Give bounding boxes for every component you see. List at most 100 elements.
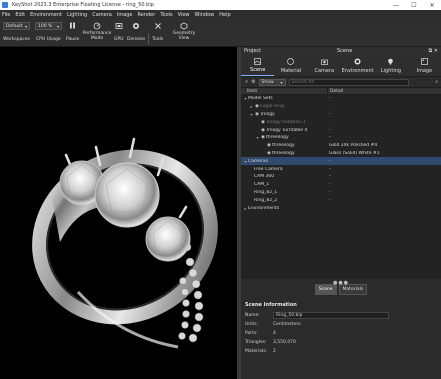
tab-lighting-label: Lighting [380,67,402,74]
geometry-view-button[interactable]: Geometry View [170,21,198,41]
gpu-button[interactable]: GPU [114,21,124,42]
tools-icon [153,21,162,30]
pause-button[interactable]: Pause [66,21,79,42]
tab-material-label: Material [280,67,302,74]
tree-item-label: threeilogy [272,143,295,149]
denoise-button[interactable]: Denoise [127,21,145,42]
menu-image[interactable]: Image [117,12,133,18]
search-input[interactable]: Search All [288,78,409,86]
menu-file[interactable]: File [2,12,10,18]
tree-row[interactable]: ▾ Model Sets - [241,95,441,103]
tree-row[interactable]: ▸ Environments [241,204,441,212]
close-button[interactable]: ✕ [423,0,441,10]
zoom-value: 100 % [38,23,53,29]
menu-camera[interactable]: Camera [92,12,112,18]
info-key: Name: [245,313,260,318]
tree-item-cell: ◉ Trilogy Rotation 3 [241,120,327,125]
tree-detail-cell: - [329,182,331,188]
tab-lighting[interactable]: Lighting [374,55,407,76]
tab-environment[interactable]: Environment [341,55,374,76]
tree-item-cell: CAM_1 [241,182,327,187]
tree-item-label: CAM 360 [254,174,275,180]
tools-button[interactable]: Tools [152,21,163,42]
search-placeholder: Search All [291,79,315,85]
search-icon[interactable]: ⌕ [435,79,438,85]
cpu-usage-button[interactable]: CPU Usage [36,30,61,42]
more-dots-icon[interactable]: ●●● [241,280,441,286]
environment-icon [354,58,362,66]
minimize-button[interactable]: — [387,0,405,10]
tab-camera[interactable]: Camera [308,55,341,76]
maximize-button[interactable]: ☐ [405,0,423,10]
tree-row[interactable]: ◉ Trilogy Rotation 3- [241,118,441,126]
image-icon [420,58,428,66]
scene-icon [254,57,262,65]
tree-detail-cell: - [329,166,331,172]
tree-item-label: Model Sets [248,96,273,102]
tree-row[interactable]: ◉ threeilogy Glass (Solid) White #1 [241,150,441,158]
tree-row[interactable]: ▾ ◉ Trilogy - [241,111,441,119]
tab-scene[interactable]: Scene [241,55,275,76]
render-viewport[interactable] [0,47,237,379]
menu-help[interactable]: Help [219,12,230,18]
tree-row[interactable]: Ring_82_2 - [241,196,441,204]
workspaces-button[interactable]: Workspaces [3,30,30,42]
zoom-dropdown[interactable]: 100 % ▾ [35,22,62,30]
info-row-name: Name: Ring_50.bip [245,311,437,320]
tree-detail-cell: - [329,197,331,203]
panel-window-controls[interactable]: ⧉ ✕ [429,48,438,54]
tree-row[interactable]: CAM 360 - [241,173,441,181]
tree-row[interactable]: ▾ Cameras - [241,157,441,166]
tree-item-label: threeilogy [266,135,289,141]
tab-material[interactable]: Material [274,55,307,76]
performance-mode-label: Performance Mode [82,31,112,41]
tab-image[interactable]: Image [408,55,441,76]
tree-toolbar: « ⚙ Show ▾ Search All ⌕ [241,77,441,87]
tree-row[interactable]: Free Camera - [241,165,441,173]
info-key: Units: [245,322,259,327]
info-row-triangles: Triangles: 3,550,070 [245,338,437,347]
tab-camera-label: Camera [314,67,335,74]
menu-lighting[interactable]: Lighting [67,12,87,18]
tree-item-label: Eagle Ring [260,104,284,110]
info-value: 4 [273,331,276,336]
menu-render[interactable]: Render [138,12,156,18]
tree-item-cell: ▾ Model Sets [241,96,327,101]
tree-row[interactable]: ▾ ◉ threeilogy - [241,134,441,142]
tree-item-label: Environments [248,205,280,211]
pause-label: Pause [66,37,80,42]
menu-view[interactable]: View [178,12,190,18]
tree-item-cell: ▸ ◉ Eagle Ring [241,104,327,109]
column-detail[interactable]: Detail [327,88,441,94]
tree-row[interactable]: CAM_1 - [241,181,441,189]
tree-detail-cell: - [329,135,331,141]
tree-settings-icon[interactable]: ⚙ [251,79,255,85]
tree-item-label: Trilogy [260,111,275,117]
menu-tools[interactable]: Tools [160,12,172,18]
chevron-down-icon: ▾ [280,79,283,85]
tree-row[interactable]: ◉ threeilogy Gold 24k Polished #4 [241,142,441,150]
scene-tree: ▾ Model Sets - ▸ ◉ Eagle Ring - ▾ ◉ Trilogy - ◉ Tril… [241,95,441,279]
scene-name-field[interactable]: Ring_50.bip [273,312,389,319]
pause-icon [68,21,77,30]
workspace-dropdown[interactable]: Default ▾ [3,22,30,30]
tree-item-cell: CAM 360 [241,174,327,179]
menu-window[interactable]: Window [195,12,215,18]
performance-mode-button[interactable]: Performance Mode [82,21,112,41]
tree-item-label: Free Camera [254,166,283,172]
column-item[interactable]: Item [241,88,327,94]
project-panel: Project Scene ⧉ ✕ Scene Material Camera [241,47,441,379]
tree-row[interactable]: ◉ Trilogy Turntable 4- [241,126,441,134]
tree-item-label: CAM_1 [254,182,270,188]
collapse-all-icon[interactable]: « [245,79,248,85]
toolbar-separator [148,33,149,45]
menu-bar: File Edit Environment Lighting Camera Im… [0,10,441,19]
menu-edit[interactable]: Edit [15,12,25,18]
show-dropdown-value: Show [261,79,274,85]
tree-row[interactable]: ▸ ◉ Eagle Ring - [241,103,441,111]
tab-image-label: Image [416,67,433,74]
tree-detail-cell: - [329,111,331,117]
show-dropdown[interactable]: Show ▾ [258,78,286,86]
tree-row[interactable]: Ring_82_1 - [241,189,441,197]
menu-environment[interactable]: Environment [30,12,62,18]
